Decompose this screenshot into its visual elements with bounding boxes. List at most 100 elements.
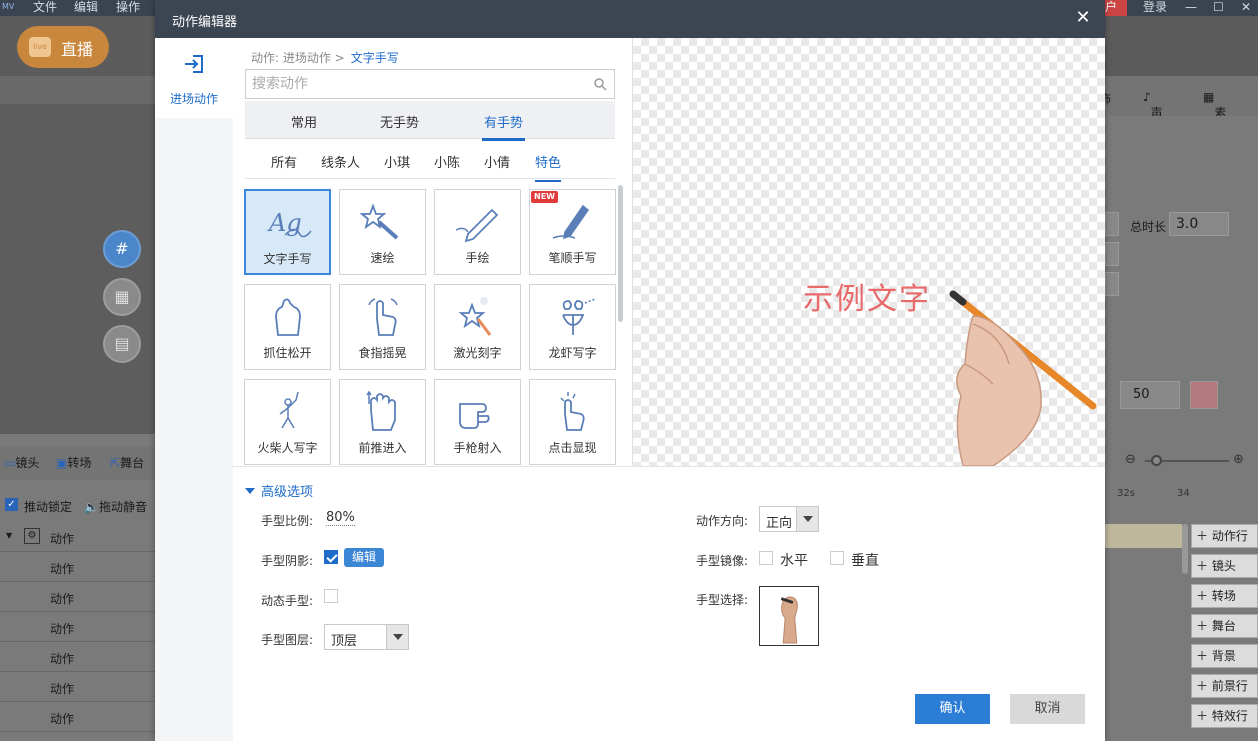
subtab-xiaoqi[interactable]: 小琪 — [384, 152, 410, 171]
action-card-quick-draw[interactable]: 速绘 — [339, 189, 426, 275]
track-group-header[interactable]: ▼ ⚙ 动作 — [0, 522, 155, 552]
add-effect-row-button[interactable]: ＋ 特效行 — [1191, 704, 1258, 728]
subtab-xiaoqian[interactable]: 小倩 — [484, 152, 510, 171]
action-card-stroke-writing[interactable]: NEW 笔顺手写 — [529, 189, 616, 275]
action-card-laser-engrave[interactable]: 激光刻字 — [434, 284, 521, 370]
mirror-horizontal-checkbox[interactable] — [759, 551, 773, 565]
track-row[interactable]: 动作 — [0, 582, 155, 612]
track-row[interactable]: 动作 — [0, 702, 155, 732]
subtab-line-man[interactable]: 线条人 — [321, 152, 360, 171]
hand-scale-value[interactable]: 80% — [326, 510, 355, 526]
settings-panel-icon[interactable]: ▤ — [103, 325, 141, 363]
tab-common[interactable]: 常用 — [291, 112, 317, 131]
track-action-icon: ⚙ — [24, 528, 40, 544]
size-stepper[interactable]: 50 — [1120, 381, 1180, 409]
transition-tool[interactable]: ▣转场 — [56, 454, 91, 471]
tab-no-gesture[interactable]: 无手势 — [380, 112, 419, 131]
action-card-finger-shake[interactable]: 食指摇晃 — [339, 284, 426, 370]
login-link[interactable]: 登录 — [1143, 0, 1167, 15]
grid-icon[interactable]: # — [103, 230, 141, 268]
action-card-hand-draw[interactable]: 手绘 — [434, 189, 521, 275]
menu-edit[interactable]: 编辑 — [74, 0, 98, 15]
add-camera-button[interactable]: ＋ 镜头 — [1191, 554, 1258, 578]
add-background-button[interactable]: ＋ 背景 — [1191, 644, 1258, 668]
field-box[interactable] — [1105, 242, 1119, 266]
account-button[interactable]: 户 — [1105, 0, 1127, 16]
total-duration-label: 总时长 — [1130, 220, 1167, 234]
action-card-lobster-write[interactable]: 龙虾写字 — [529, 284, 616, 370]
close-icon[interactable]: ✕ — [1073, 8, 1093, 28]
mirror-vertical-checkbox[interactable] — [830, 551, 844, 565]
hand-select-thumbnail[interactable] — [759, 586, 819, 646]
breadcrumb-parent[interactable]: 动作: 进场动作 > — [251, 51, 345, 65]
finger-shake-icon — [368, 298, 398, 336]
edit-shadow-button[interactable]: 编辑 — [344, 548, 384, 567]
action-card-gun-enter[interactable]: 手枪射入 — [434, 379, 521, 465]
enter-icon — [185, 55, 203, 73]
action-grid: Ag 文字手写 速绘 手绘 NEW 笔顺手写 抓住松开 食指摇晃 激光刻字 龙虾… — [244, 189, 620, 466]
pencil-icon — [455, 208, 499, 243]
action-card-push-enter[interactable]: 前推进入 — [339, 379, 426, 465]
drag-mute-label[interactable]: 🔈拖动静音 — [84, 498, 147, 515]
add-track-buttons: ＋ 动作行 ＋ 镜头 ＋ 转场 ＋ 舞台 ＋ 背景 ＋ 前景行 ＋ 特效行 — [1191, 524, 1258, 734]
tab-assets[interactable]: ▦素材库 — [1203, 90, 1226, 154]
stickman-icon — [279, 391, 299, 429]
search-input[interactable] — [252, 74, 582, 94]
action-card-stickman-write[interactable]: 火柴人写字 — [244, 379, 331, 465]
advanced-options-toggle[interactable]: 高级选项 — [245, 481, 313, 500]
track-row[interactable]: 动作 — [0, 672, 155, 702]
grab-hand-icon — [275, 298, 301, 336]
collapse-triangle-icon — [245, 488, 255, 494]
window-close-icon[interactable]: ✕ — [1241, 0, 1251, 15]
minimize-icon[interactable]: — — [1185, 0, 1197, 15]
action-card-text-handwriting[interactable]: Ag 文字手写 — [244, 189, 331, 275]
timeline-scrollbar[interactable] — [1182, 524, 1188, 574]
track-row[interactable]: 动作 — [0, 612, 155, 642]
direction-select[interactable]: 正向 — [759, 506, 819, 532]
tab-with-gesture[interactable]: 有手势 — [481, 112, 526, 141]
timeline-clip[interactable] — [1105, 524, 1182, 548]
menu-operate[interactable]: 操作 — [116, 0, 140, 15]
confirm-button[interactable]: 确认 — [915, 694, 990, 724]
hand-with-pencil-illustration — [949, 290, 1097, 466]
action-grid-scrollbar[interactable] — [618, 185, 623, 322]
add-foreground-button[interactable]: ＋ 前景行 — [1191, 674, 1258, 698]
search-icon[interactable] — [593, 77, 607, 91]
hand-shadow-checkbox[interactable] — [324, 550, 338, 564]
dynamic-hand-checkbox[interactable] — [324, 589, 338, 603]
action-card-tap-reveal[interactable]: 点击显现 — [529, 379, 616, 465]
add-action-row-button[interactable]: ＋ 动作行 — [1191, 524, 1258, 548]
lobster-icon — [562, 298, 596, 335]
add-stage-button[interactable]: ＋ 舞台 — [1191, 614, 1258, 638]
timeline-options: ✓ 推动锁定 🔈拖动静音 — [0, 492, 155, 518]
stage-tool[interactable]: ⇱舞台 — [110, 454, 144, 471]
laser-star-icon — [458, 297, 492, 336]
drag-lock-label: 推动锁定 — [24, 500, 73, 514]
chevron-down-icon — [796, 507, 818, 531]
camera-tool[interactable]: ▭镜头 — [4, 454, 39, 471]
live-button[interactable]: live 直播 — [17, 26, 109, 68]
drag-lock-checkbox[interactable]: ✓ — [5, 498, 18, 511]
side-nav-label: 进场动作 — [169, 92, 218, 106]
side-nav-item-entrance[interactable]: 进场动作 — [155, 38, 233, 118]
hand-layer-select[interactable]: 顶层 — [324, 624, 409, 650]
subtab-xiaochen[interactable]: 小陈 — [434, 152, 460, 171]
track-row[interactable]: 动作 — [0, 552, 155, 582]
field-box[interactable] — [1105, 212, 1119, 236]
maximize-icon[interactable]: ☐ — [1213, 0, 1224, 15]
subtab-all[interactable]: 所有 — [271, 152, 297, 171]
side-nav: 进场动作 — [155, 38, 233, 741]
action-card-grab-release[interactable]: 抓住松开 — [244, 284, 331, 370]
color-swatch[interactable] — [1190, 381, 1218, 409]
cancel-button[interactable]: 取消 — [1010, 694, 1085, 724]
add-transition-button[interactable]: ＋ 转场 — [1191, 584, 1258, 608]
subtab-featured[interactable]: 特色 — [535, 152, 562, 182]
pen-icon — [552, 204, 590, 240]
film-icon[interactable]: ▦ — [103, 278, 141, 316]
timeline-tracks: ▼ ⚙ 动作 动作 动作 动作 动作 动作 动作 — [0, 522, 155, 732]
zoom-slider[interactable]: ⊖ ⊕ — [1123, 452, 1244, 468]
total-duration-input[interactable]: 3.0 — [1169, 212, 1229, 236]
menu-file[interactable]: 文件 — [33, 0, 57, 15]
tab-sound[interactable]: ♪声音 — [1143, 90, 1163, 137]
track-row[interactable]: 动作 — [0, 642, 155, 672]
